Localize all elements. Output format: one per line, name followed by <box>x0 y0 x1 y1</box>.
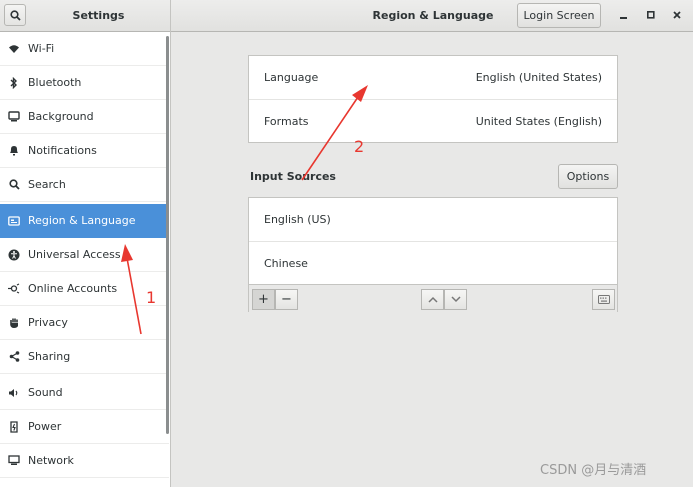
annotation-overlay <box>121 85 368 335</box>
annotation-number-2: 2 <box>354 137 365 156</box>
watermark: CSDN @月与清酒 <box>540 463 647 478</box>
annotation-arrow-1 <box>121 244 142 335</box>
annotation-number-1: 1 <box>146 288 157 307</box>
annotation-arrow-2 <box>301 85 368 181</box>
